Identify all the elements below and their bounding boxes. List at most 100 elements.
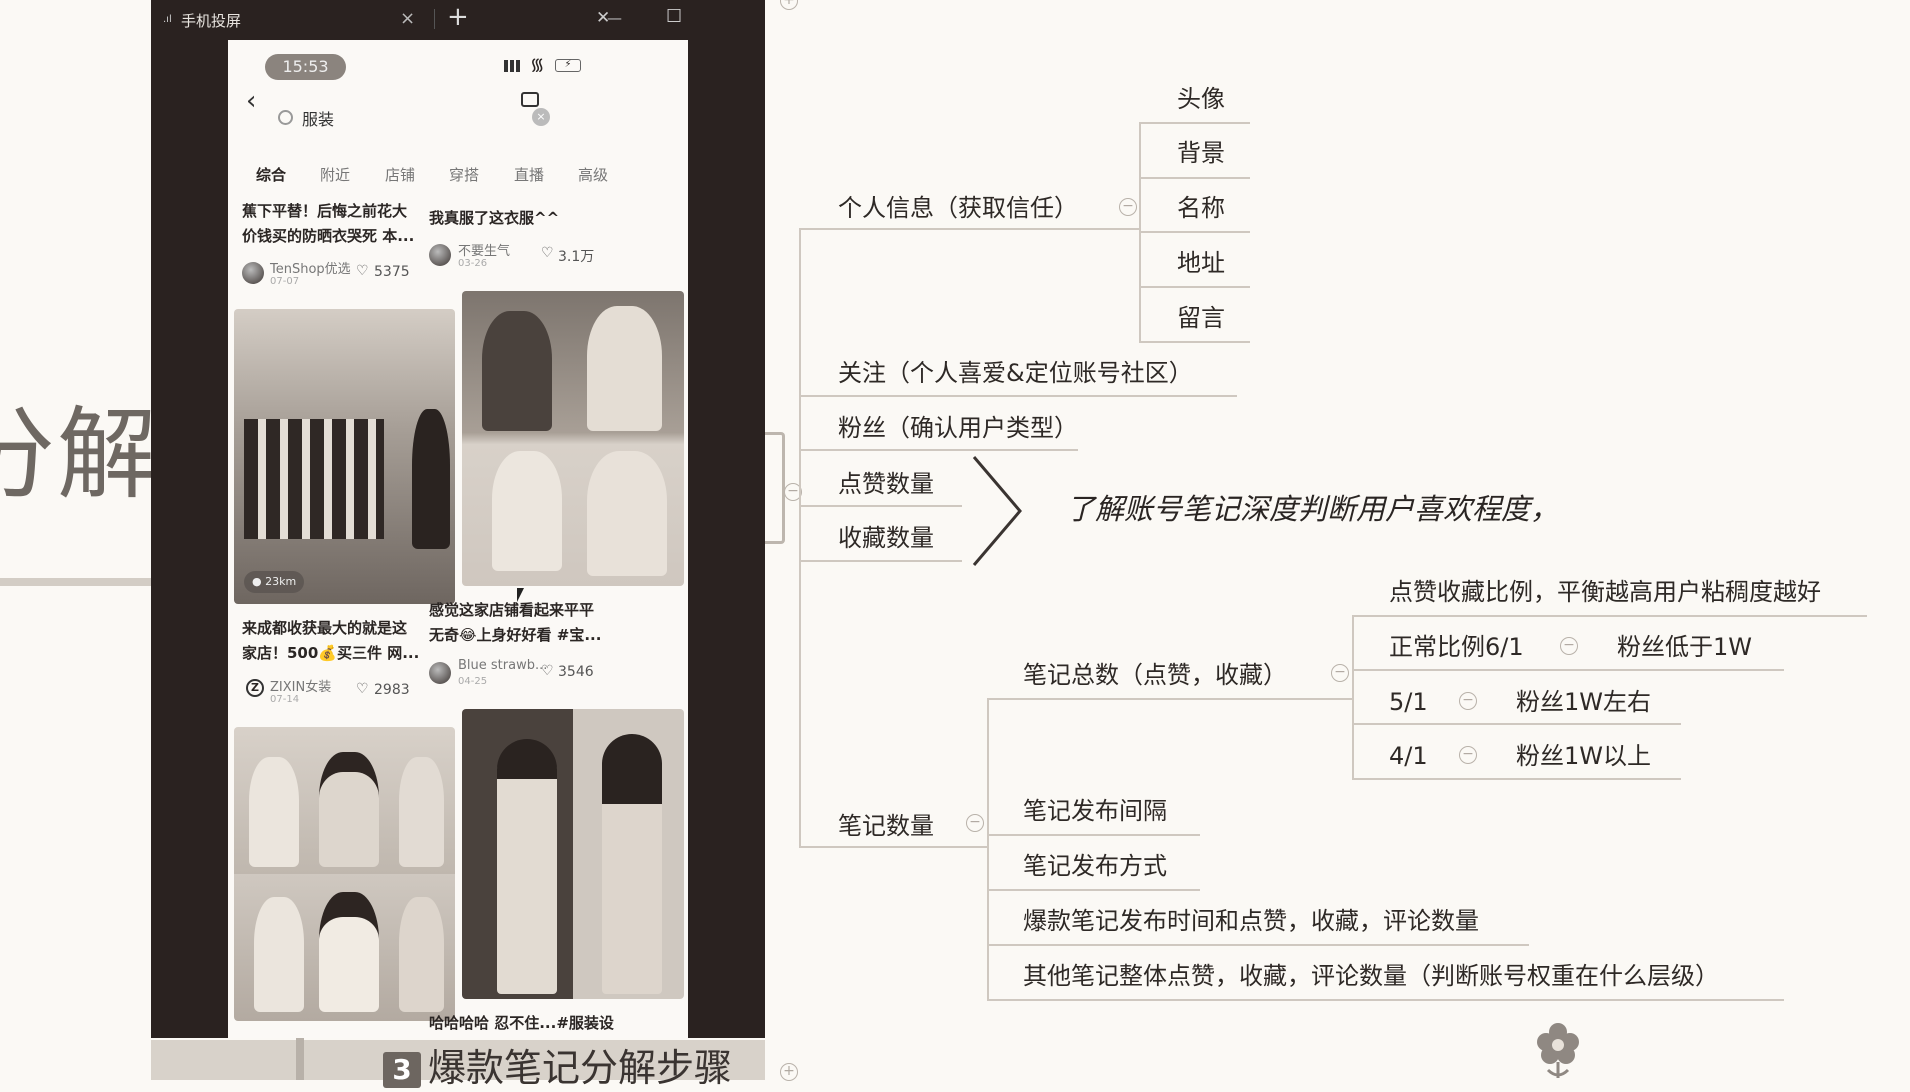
node-likes-count[interactable]: 点赞数量 [838, 469, 934, 499]
tab-separator [434, 9, 435, 29]
card-title: 家店！500💰买三件 网... [242, 644, 420, 662]
avatar[interactable] [242, 262, 264, 284]
clear-search-icon[interactable]: × [532, 108, 550, 126]
node-name[interactable]: 名称 [1177, 193, 1225, 223]
maximize-button[interactable]: ☐ [666, 6, 682, 27]
card-cover-image[interactable] [234, 727, 455, 1021]
card-cover-image[interactable] [462, 709, 684, 999]
tab-nearby[interactable]: 附近 [320, 164, 350, 185]
phone-screen: 15:53 ᯾ ⚡ ‹ 服装 × 综合 附近 店铺 穿搭 直播 高级 蕉下平替！… [228, 40, 688, 1038]
screen-mirror-window: .ıl 手机投屏 × + — ☐ ✕ 15:53 ᯾ ⚡ ‹ 服装 × 综合 附… [151, 0, 765, 1038]
card-author[interactable]: 不要生气 [458, 240, 510, 259]
expand-icon[interactable]: + [780, 1063, 798, 1081]
card-likes: 5375 [374, 264, 410, 280]
card-author[interactable]: Blue strawb... [458, 658, 547, 673]
card-author[interactable]: TenShop优选 [270, 258, 351, 277]
back-button[interactable]: ‹ [246, 86, 256, 116]
camera-search-icon[interactable] [521, 92, 539, 107]
node-follow[interactable]: 关注（个人喜爱&定位账号社区） [838, 358, 1193, 388]
card-author[interactable]: ZIXIN女装 [270, 676, 331, 695]
dress-image [399, 757, 444, 867]
card-title: 价钱买的防晒衣哭死 本... [242, 227, 415, 245]
node-message[interactable]: 留言 [1177, 303, 1225, 333]
node-ratio-fans[interactable]: 粉丝1W以上 [1516, 741, 1651, 771]
node-viral-post-stats[interactable]: 爆款笔记发布时间和点赞，收藏，评论数量 [1023, 906, 1479, 936]
dress-image [587, 451, 667, 576]
tab-shops[interactable]: 店铺 [385, 164, 415, 185]
dress-image [587, 306, 662, 431]
tab-outfits[interactable]: 穿搭 [449, 164, 479, 185]
window-tab-title[interactable]: 手机投屏 [181, 10, 241, 31]
node-avatar[interactable]: 头像 [1177, 84, 1225, 114]
heart-icon[interactable]: ♡ [541, 245, 554, 261]
node-post-method[interactable]: 笔记发布方式 [1023, 851, 1167, 881]
model-image [602, 734, 662, 994]
connector-line [987, 834, 1200, 836]
close-tab-icon[interactable]: × [400, 8, 415, 29]
heart-icon[interactable]: ♡ [356, 681, 369, 697]
node-ratio[interactable]: 5/1 [1389, 687, 1428, 717]
card-date: 03-26 [458, 258, 488, 269]
collapse-icon[interactable]: − [1331, 664, 1349, 682]
connector-line [799, 395, 1237, 397]
node-fans[interactable]: 粉丝（确认用户类型） [838, 413, 1078, 443]
search-input[interactable]: 服装 [302, 106, 334, 130]
node-ratio-fans[interactable]: 粉丝1W左右 [1516, 687, 1651, 717]
close-window-button[interactable]: ✕ [596, 8, 610, 28]
tab-live[interactable]: 直播 [514, 164, 544, 185]
tab-comprehensive[interactable]: 综合 [256, 164, 286, 185]
node-ratio[interactable]: 正常比例6/1 [1389, 632, 1524, 662]
node-other-posts-stats[interactable]: 其他笔记整体点赞，收藏，评论数量（判断账号权重在什么层级） [1023, 961, 1719, 991]
heart-icon[interactable]: ♡ [356, 263, 369, 279]
dress-image [254, 897, 304, 1012]
connector-line [1352, 778, 1681, 780]
dress-image [249, 757, 299, 867]
node-favorites-count[interactable]: 收藏数量 [838, 523, 934, 553]
card-cover-image[interactable] [462, 291, 684, 586]
node-ratio-title[interactable]: 点赞收藏比例，平衡越高用户粘稠度越好 [1389, 577, 1821, 607]
expand-icon[interactable]: + [780, 0, 798, 10]
bottom-connector [296, 1038, 304, 1080]
node-ratio[interactable]: 4/1 [1389, 741, 1428, 771]
connector-line [799, 449, 1078, 451]
card-likes: 3.1万 [558, 249, 595, 265]
new-tab-button[interactable]: + [447, 2, 469, 32]
avatar[interactable] [429, 244, 451, 266]
card-cover-image[interactable]: ● 23km [234, 309, 455, 604]
connector-line [987, 944, 1529, 946]
node-ratio-fans[interactable]: 粉丝低于1W [1617, 632, 1752, 662]
node-background[interactable]: 背景 [1177, 138, 1225, 168]
connector-line [1139, 286, 1250, 288]
card-date: 07-14 [270, 694, 300, 705]
card-title: 哈哈哈哈 忍不住...#服装设 [429, 1014, 614, 1032]
connector-line [799, 229, 801, 847]
dress-image [319, 892, 379, 1012]
heart-icon[interactable]: ♡ [541, 663, 554, 679]
collapse-icon[interactable]: − [1459, 692, 1477, 710]
summary-annotation: 了解账号笔记深度判断用户喜欢程度， [1066, 492, 1560, 526]
window-titlebar: .ıl 手机投屏 × + — ☐ ✕ [151, 0, 765, 39]
distance-label: 23km [265, 575, 297, 588]
node-notes-count[interactable]: 笔记数量 [838, 811, 934, 841]
collapse-icon[interactable]: − [1560, 637, 1578, 655]
node-post-interval[interactable]: 笔记发布间隔 [1023, 796, 1167, 826]
connector-line [1139, 177, 1250, 179]
background-title-fragment: 分解 [0, 396, 159, 513]
collapse-icon[interactable]: − [1459, 746, 1477, 764]
search-bar[interactable]: 服装 × [278, 108, 598, 138]
connector-line [799, 228, 1139, 230]
distance-badge: ● 23km [244, 571, 305, 593]
node-personal-info[interactable]: 个人信息（获取信任） [838, 193, 1078, 223]
collapse-icon[interactable]: − [1119, 198, 1137, 216]
node-notes-total[interactable]: 笔记总数（点赞，收藏） [1023, 660, 1287, 690]
avatar[interactable] [429, 662, 451, 684]
side-bracket [765, 432, 785, 544]
summary-bracket [972, 456, 1022, 566]
card-title: 感觉这家店铺看起来平平 [429, 601, 595, 619]
cellular-signal-icon [504, 60, 524, 72]
node-address[interactable]: 地址 [1177, 248, 1225, 278]
tab-advanced[interactable]: 高级 [578, 164, 608, 185]
collapse-icon[interactable]: − [966, 814, 984, 832]
shop-logo-icon[interactable]: Z [246, 679, 264, 697]
card-title: 来成都收获最大的就是这 [242, 619, 408, 637]
